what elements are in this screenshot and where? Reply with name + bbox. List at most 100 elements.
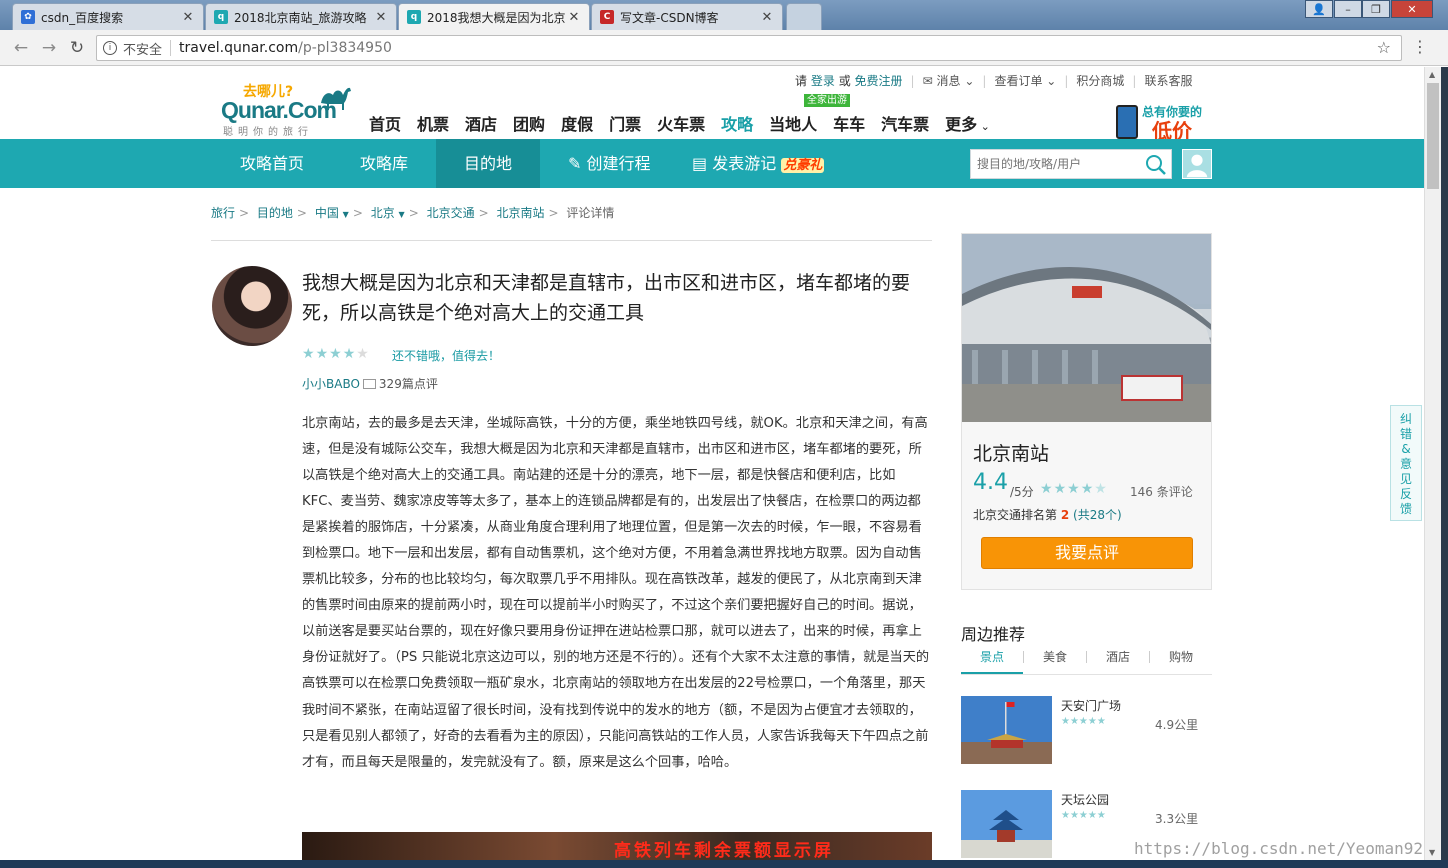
page-viewport: 去哪儿? Qunar.Com 聪明你的旅行 请 登录 或 免费注册 | ✉ 消息… <box>0 67 1424 860</box>
close-icon[interactable]: ✕ <box>374 10 388 25</box>
search-input[interactable] <box>971 150 1139 178</box>
phone-icon <box>1116 105 1138 139</box>
search-box <box>970 149 1172 179</box>
nav-home[interactable]: 首页 <box>361 111 409 135</box>
poi-rank: 北京交通排名第 2 (共28个) <box>973 506 1122 523</box>
browser-tab-qunar-guide[interactable]: q 2018北京南站_旅游攻略 ✕ <box>205 3 397 30</box>
search-icon[interactable] <box>1145 154 1167 176</box>
divider: | <box>910 73 915 88</box>
forward-arrow-icon[interactable]: → <box>38 37 60 59</box>
close-window-button[interactable]: ✕ <box>1391 0 1433 18</box>
poi-name: 北京南站 <box>973 443 1050 465</box>
breadcrumb-transport[interactable]: 北京交通 <box>427 206 475 220</box>
divider: | <box>1132 73 1137 88</box>
poi-score-unit: /5分 <box>1010 485 1034 499</box>
breadcrumb: 旅行 > 目的地 > 中国 ▼ > 北京 ▼ > 北京交通 > 北京南站 > 评论详情 <box>211 204 614 221</box>
nav-badge: 全家出游 <box>804 94 850 107</box>
temple-of-heaven-thumbnail[interactable] <box>961 790 1052 858</box>
nav-groupbuy[interactable]: 团购 <box>505 111 553 135</box>
breadcrumb-destination[interactable]: 目的地 <box>257 206 293 220</box>
scroll-up-icon[interactable]: ▲ <box>1429 70 1435 79</box>
promo-banner[interactable]: 总有你要的 低价 <box>1114 103 1210 143</box>
user-icon[interactable]: 👤 <box>1305 0 1333 18</box>
poi-photo[interactable] <box>962 234 1211 422</box>
caret-down-icon: ▼ <box>342 210 349 219</box>
url-input[interactable]: i 不安全 travel.qunar.com /p-pl3834950 ☆ <box>96 35 1402 61</box>
tab-food[interactable]: 美食 <box>1024 645 1086 674</box>
nav-vacation[interactable]: 度假 <box>553 111 601 135</box>
close-icon[interactable]: ✕ <box>760 10 774 25</box>
subnav-create-trip[interactable]: ✎ 创建行程 <box>568 139 651 188</box>
subnav-post-travelogue[interactable]: ▤ 发表游记 兑豪礼 <box>692 139 825 188</box>
star-icon: ★ <box>1053 481 1068 497</box>
nav-bus[interactable]: 汽车票 <box>873 111 937 135</box>
author-review-count: 329篇点评 <box>378 377 438 391</box>
nearby-name[interactable]: 天坛公园 <box>1061 791 1109 808</box>
messages-menu[interactable]: ✉ 消息 ⌄ <box>923 72 975 89</box>
chevron-down-icon: ⌄ <box>1046 74 1057 88</box>
back-arrow-icon[interactable]: ← <box>10 37 32 59</box>
breadcrumb-china[interactable]: 中国 ▼ <box>315 206 349 220</box>
restore-button[interactable]: ❐ <box>1362 0 1390 18</box>
subnav-guide-library[interactable]: 攻略库 <box>360 139 408 188</box>
poi-comment-count[interactable]: 146 条评论 <box>1130 483 1193 500</box>
scrollbar[interactable]: ▲ ▼ <box>1424 67 1441 860</box>
subnav-guide-home[interactable]: 攻略首页 <box>240 139 304 188</box>
tab-hotels[interactable]: 酒店 <box>1087 645 1149 674</box>
breadcrumb-travel[interactable]: 旅行 <box>211 206 235 220</box>
bookmark-star-icon[interactable]: ☆ <box>1377 38 1391 57</box>
nav-hotels[interactable]: 酒店 <box>457 111 505 135</box>
info-icon[interactable]: i <box>103 41 117 55</box>
points-mall-link[interactable]: 积分商城 <box>1076 72 1124 89</box>
nav-cars[interactable]: 车车 <box>825 111 873 135</box>
nav-tickets[interactable]: 门票 <box>601 111 649 135</box>
divider <box>211 240 932 241</box>
scroll-thumb[interactable] <box>1427 83 1439 189</box>
chevron-down-icon: ⌄ <box>977 120 990 133</box>
author-avatar[interactable] <box>212 266 292 346</box>
top-links: 请 登录 或 免费注册 | ✉ 消息 ⌄ | 查看订单 ⌄ | 积分商城 | 联… <box>795 72 1192 89</box>
nav-locals[interactable]: 当地人 <box>761 111 825 135</box>
tab-attractions[interactable]: 景点 <box>961 645 1023 674</box>
minimize-button[interactable]: – <box>1334 0 1362 18</box>
orders-menu[interactable]: 查看订单 ⌄ <box>994 72 1056 89</box>
reload-icon[interactable]: ↻ <box>66 37 88 59</box>
nav-guides[interactable]: 攻略 <box>713 111 761 135</box>
temple-photo <box>961 790 1052 858</box>
poi-rank-total[interactable]: (共28个) <box>1073 508 1122 522</box>
breadcrumb-station[interactable]: 北京南站 <box>497 206 545 220</box>
nearby-name[interactable]: 天安门广场 <box>1061 697 1121 714</box>
list-item[interactable]: 天安门广场 ★★★★★ 4.9公里 <box>961 696 1212 766</box>
browser-tab-csdn[interactable]: C 写文章-CSDN博客 ✕ <box>591 3 783 30</box>
new-tab-button[interactable] <box>786 3 822 30</box>
breadcrumb-beijing[interactable]: 北京 ▼ <box>371 206 405 220</box>
nearby-tabs: 景点 美食 酒店 购物 <box>961 645 1212 675</box>
close-icon[interactable]: ✕ <box>567 10 581 25</box>
qunar-logo[interactable]: 去哪儿? Qunar.Com 聪明你的旅行 <box>221 81 356 138</box>
comment-icon <box>362 378 376 389</box>
tab-label: 2018北京南站_旅游攻略 <box>234 10 367 25</box>
close-icon[interactable]: ✕ <box>181 10 195 25</box>
tiananmen-photo <box>961 696 1052 764</box>
nav-train[interactable]: 火车票 <box>649 111 713 135</box>
author-name[interactable]: 小小BABO <box>302 375 360 392</box>
review-stars: ★★★★★ <box>302 346 370 362</box>
register-link[interactable]: 免费注册 <box>855 72 903 89</box>
review-title: 我想大概是因为北京和天津都是直辖市，出市区和进市区，堵车都堵的要死，所以高铁是个… <box>302 272 911 324</box>
tab-shopping[interactable]: 购物 <box>1150 645 1212 674</box>
separator <box>170 40 172 56</box>
review-photo[interactable]: 高铁列车剩余票额显示屏 <box>302 832 932 860</box>
browser-menu-icon[interactable]: ⋮ <box>1412 37 1428 56</box>
feedback-button[interactable]: 纠错&意见反馈 <box>1390 405 1422 521</box>
scroll-down-icon[interactable]: ▼ <box>1429 848 1435 857</box>
nav-more[interactable]: 更多 ⌄ <box>937 111 998 135</box>
tiananmen-thumbnail[interactable] <box>961 696 1052 764</box>
support-link[interactable]: 联系客服 <box>1144 72 1192 89</box>
nav-flights[interactable]: 机票 <box>409 111 457 135</box>
write-review-button[interactable]: 我要点评 <box>981 537 1193 569</box>
user-avatar-icon[interactable] <box>1182 149 1212 179</box>
browser-tab-baidu[interactable]: ✿ csdn_百度搜索 ✕ <box>12 3 204 30</box>
browser-tab-active[interactable]: q 2018我想大概是因为北京 ✕ <box>398 3 590 30</box>
subnav-destination[interactable]: 目的地 <box>436 139 540 188</box>
login-link[interactable]: 登录 <box>811 72 835 89</box>
